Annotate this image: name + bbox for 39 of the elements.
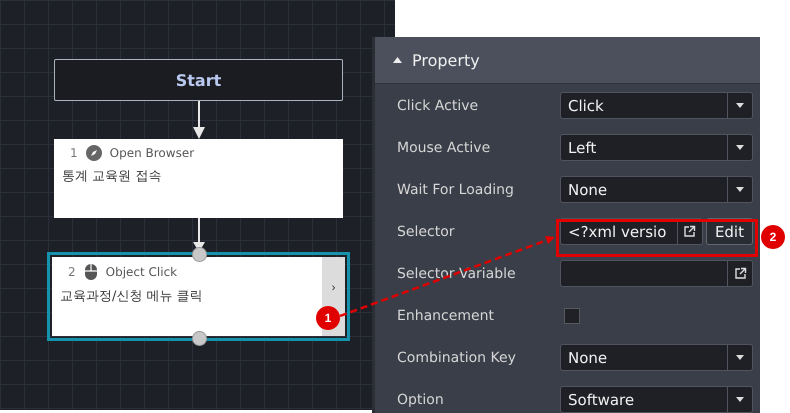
dropdown-caret-icon xyxy=(736,145,744,150)
connector-arrow xyxy=(190,101,206,139)
node-title: Object Click xyxy=(106,265,178,279)
property-label: Click Active xyxy=(397,98,480,114)
node-number: 2 xyxy=(68,265,76,279)
dropdown-caret-icon xyxy=(736,355,744,360)
property-label: Selector Variable xyxy=(397,266,517,282)
mouse-icon xyxy=(84,263,98,281)
callout-badge: 2 xyxy=(761,225,785,249)
property-label: Enhancement xyxy=(397,308,495,324)
dropdown[interactable]: Left xyxy=(560,134,753,161)
variable-field[interactable] xyxy=(560,260,753,287)
dropdown[interactable]: None xyxy=(560,344,753,371)
dropdown[interactable]: Click xyxy=(560,92,753,119)
dropdown[interactable]: None xyxy=(560,176,753,203)
compass-icon xyxy=(86,145,102,161)
connection-port[interactable] xyxy=(192,331,206,346)
start-label: Start xyxy=(176,70,222,90)
panel-title: Property xyxy=(412,50,480,70)
dropdown-caret-icon xyxy=(736,103,744,108)
start-node[interactable]: Start xyxy=(54,59,343,101)
property-label: Selector xyxy=(397,224,456,240)
property-label: Wait For Loading xyxy=(397,182,515,198)
collapse-caret-icon[interactable] xyxy=(393,57,402,63)
property-label: Combination Key xyxy=(397,350,517,366)
external-link-icon[interactable] xyxy=(683,225,696,238)
dropdown-caret-icon xyxy=(736,187,744,192)
property-label: Mouse Active xyxy=(397,140,492,156)
dropdown-caret-icon xyxy=(736,397,744,402)
node-description: 통계 교육원 접속 xyxy=(62,168,162,185)
connection-port[interactable] xyxy=(192,247,206,262)
checkbox[interactable] xyxy=(564,308,580,324)
external-link-icon[interactable] xyxy=(734,267,746,280)
dropdown[interactable]: Software xyxy=(560,386,753,413)
action-node[interactable]: 1 Open Browser 통계 교육원 접속 xyxy=(54,139,343,218)
node-description: 교육과정/신청 메뉴 클릭 xyxy=(60,288,204,305)
node-title: Open Browser xyxy=(110,146,194,160)
property-label: Option xyxy=(397,392,445,408)
node-number: 1 xyxy=(70,146,78,160)
